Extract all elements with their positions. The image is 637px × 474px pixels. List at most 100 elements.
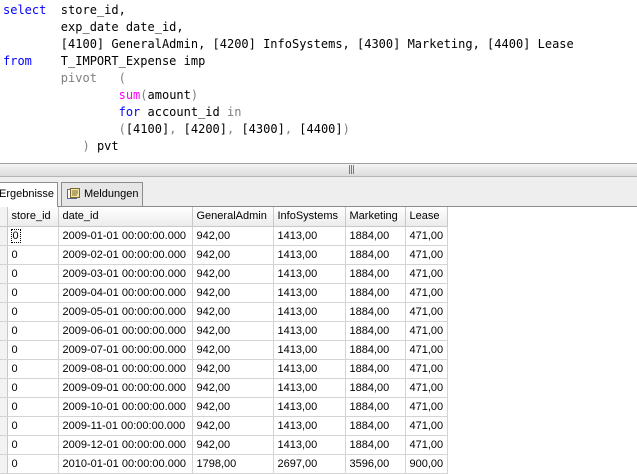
table-cell[interactable]: 0 — [7, 340, 59, 360]
table-cell[interactable]: 0 — [7, 435, 59, 455]
table-cell[interactable]: 942,00 — [192, 416, 274, 436]
table-cell[interactable]: 1884,00 — [345, 283, 406, 303]
column-header[interactable]: InfoSystems — [273, 207, 346, 227]
table-cell[interactable]: 2009-02-01 00:00:00.000 — [58, 245, 193, 265]
table-cell[interactable]: 0 — [7, 321, 59, 341]
table-cell[interactable]: 1884,00 — [345, 340, 406, 360]
table-cell[interactable]: 1884,00 — [345, 302, 406, 322]
table-cell[interactable]: 1413,00 — [273, 340, 346, 360]
table-cell[interactable]: 1413,00 — [273, 378, 346, 398]
table-row[interactable]: 0 2009-01-01 00:00:00.000 942,00 1413,00 188… — [0, 226, 448, 246]
table-cell[interactable]: 942,00 — [192, 359, 274, 379]
results-grid[interactable]: store_id date_id GeneralAdmin InfoSystem… — [0, 207, 637, 474]
table-cell[interactable]: 1884,00 — [345, 435, 406, 455]
tab-messages[interactable]: Meldungen — [61, 182, 143, 206]
table-cell[interactable]: 471,00 — [405, 245, 448, 265]
table-cell[interactable]: 0 — [7, 245, 59, 265]
row-header[interactable] — [0, 245, 8, 265]
table-row[interactable]: 0 2009-08-01 00:00:00.000 942,00 1413,00 188… — [0, 359, 448, 379]
row-header[interactable] — [0, 321, 8, 341]
table-cell[interactable]: 1884,00 — [345, 397, 406, 417]
table-row[interactable]: 0 2009-05-01 00:00:00.000 942,00 1413,00 188… — [0, 302, 448, 322]
row-header[interactable] — [0, 264, 8, 284]
row-header[interactable] — [0, 359, 8, 379]
table-cell[interactable]: 1884,00 — [345, 226, 406, 246]
table-cell[interactable]: 1413,00 — [273, 283, 346, 303]
table-cell[interactable]: 1884,00 — [345, 245, 406, 265]
row-header[interactable] — [0, 283, 8, 303]
row-header[interactable] — [0, 416, 8, 436]
row-header[interactable] — [0, 435, 8, 455]
column-header[interactable]: date_id — [58, 207, 193, 227]
table-cell[interactable]: 1413,00 — [273, 321, 346, 341]
table-cell[interactable]: 1413,00 — [273, 302, 346, 322]
table-cell[interactable]: 471,00 — [405, 416, 448, 436]
table-cell[interactable]: 2009-11-01 00:00:00.000 — [58, 416, 193, 436]
table-cell[interactable]: 2009-01-01 00:00:00.000 — [58, 226, 193, 246]
table-cell[interactable]: 0 — [7, 378, 59, 398]
table-cell[interactable]: 2697,00 — [273, 454, 346, 474]
table-row[interactable]: 0 2009-11-01 00:00:00.000 942,00 1413,00 188… — [0, 416, 448, 436]
table-cell[interactable]: 2009-05-01 00:00:00.000 — [58, 302, 193, 322]
column-header[interactable]: store_id — [7, 207, 59, 227]
table-cell[interactable]: 942,00 — [192, 397, 274, 417]
table-cell[interactable]: 1884,00 — [345, 264, 406, 284]
table-cell[interactable]: 1798,00 — [192, 454, 274, 474]
table-cell[interactable]: 942,00 — [192, 435, 274, 455]
table-cell[interactable]: 1413,00 — [273, 397, 346, 417]
table-row[interactable]: 0 2009-06-01 00:00:00.000 942,00 1413,00 188… — [0, 321, 448, 341]
table-cell[interactable]: 2009-10-01 00:00:00.000 — [58, 397, 193, 417]
table-cell[interactable]: 1413,00 — [273, 264, 346, 284]
table-cell[interactable]: 471,00 — [405, 283, 448, 303]
table-row[interactable]: 0 2009-10-01 00:00:00.000 942,00 1413,00 188… — [0, 397, 448, 417]
table-cell[interactable]: 1884,00 — [345, 378, 406, 398]
splitter-grip-icon[interactable]: ||| — [348, 165, 355, 175]
table-cell[interactable]: 942,00 — [192, 302, 274, 322]
table-cell[interactable]: 471,00 — [405, 340, 448, 360]
table-cell[interactable]: 471,00 — [405, 359, 448, 379]
table-row[interactable]: 0 2009-04-01 00:00:00.000 942,00 1413,00 188… — [0, 283, 448, 303]
table-cell[interactable]: 2009-09-01 00:00:00.000 — [58, 378, 193, 398]
table-cell[interactable]: 2009-03-01 00:00:00.000 — [58, 264, 193, 284]
table-row[interactable]: 0 2009-07-01 00:00:00.000 942,00 1413,00 188… — [0, 340, 448, 360]
table-cell[interactable]: 471,00 — [405, 321, 448, 341]
row-header[interactable] — [0, 454, 8, 474]
table-cell[interactable]: 2010-01-01 00:00:00.000 — [58, 454, 193, 474]
column-header[interactable]: Lease — [405, 207, 448, 227]
table-row[interactable]: 0 2009-09-01 00:00:00.000 942,00 1413,00 188… — [0, 378, 448, 398]
table-cell[interactable]: 471,00 — [405, 226, 448, 246]
table-cell[interactable]: 942,00 — [192, 245, 274, 265]
column-header[interactable]: Marketing — [345, 207, 406, 227]
table-cell[interactable]: 1413,00 — [273, 416, 346, 436]
table-cell[interactable]: 0 — [7, 416, 59, 436]
table-cell[interactable]: 2009-08-01 00:00:00.000 — [58, 359, 193, 379]
table-cell[interactable]: 471,00 — [405, 264, 448, 284]
row-header[interactable] — [0, 340, 8, 360]
table-cell[interactable]: 471,00 — [405, 435, 448, 455]
table-cell[interactable]: 1413,00 — [273, 359, 346, 379]
table-cell[interactable]: 2009-12-01 00:00:00.000 — [58, 435, 193, 455]
row-header[interactable] — [0, 378, 8, 398]
sql-editor[interactable]: select store_id, exp_date date_id, [4100… — [0, 0, 637, 163]
table-row[interactable]: 0 2009-12-01 00:00:00.000 942,00 1413,00 188… — [0, 435, 448, 455]
row-header[interactable] — [0, 397, 8, 417]
table-cell[interactable]: 1884,00 — [345, 321, 406, 341]
table-cell[interactable]: 0 — [7, 397, 59, 417]
table-row[interactable]: 0 2009-03-01 00:00:00.000 942,00 1413,00 188… — [0, 264, 448, 284]
table-cell[interactable]: 1884,00 — [345, 416, 406, 436]
pane-splitter[interactable]: ||| — [0, 163, 637, 177]
table-cell[interactable]: 2009-07-01 00:00:00.000 — [58, 340, 193, 360]
table-cell[interactable]: 1413,00 — [273, 226, 346, 246]
table-row[interactable]: 0 2010-01-01 00:00:00.000 1798,00 2697,00 35… — [0, 454, 448, 474]
row-header[interactable] — [0, 226, 8, 246]
table-cell[interactable]: 942,00 — [192, 226, 274, 246]
table-cell[interactable]: 942,00 — [192, 340, 274, 360]
table-cell[interactable]: 2009-04-01 00:00:00.000 — [58, 283, 193, 303]
table-cell[interactable]: 942,00 — [192, 264, 274, 284]
table-cell[interactable]: 942,00 — [192, 378, 274, 398]
table-cell[interactable]: 0 — [7, 264, 59, 284]
table-cell[interactable]: 471,00 — [405, 397, 448, 417]
corner-header[interactable] — [0, 207, 8, 227]
row-header[interactable] — [0, 302, 8, 322]
table-cell[interactable]: 1413,00 — [273, 245, 346, 265]
